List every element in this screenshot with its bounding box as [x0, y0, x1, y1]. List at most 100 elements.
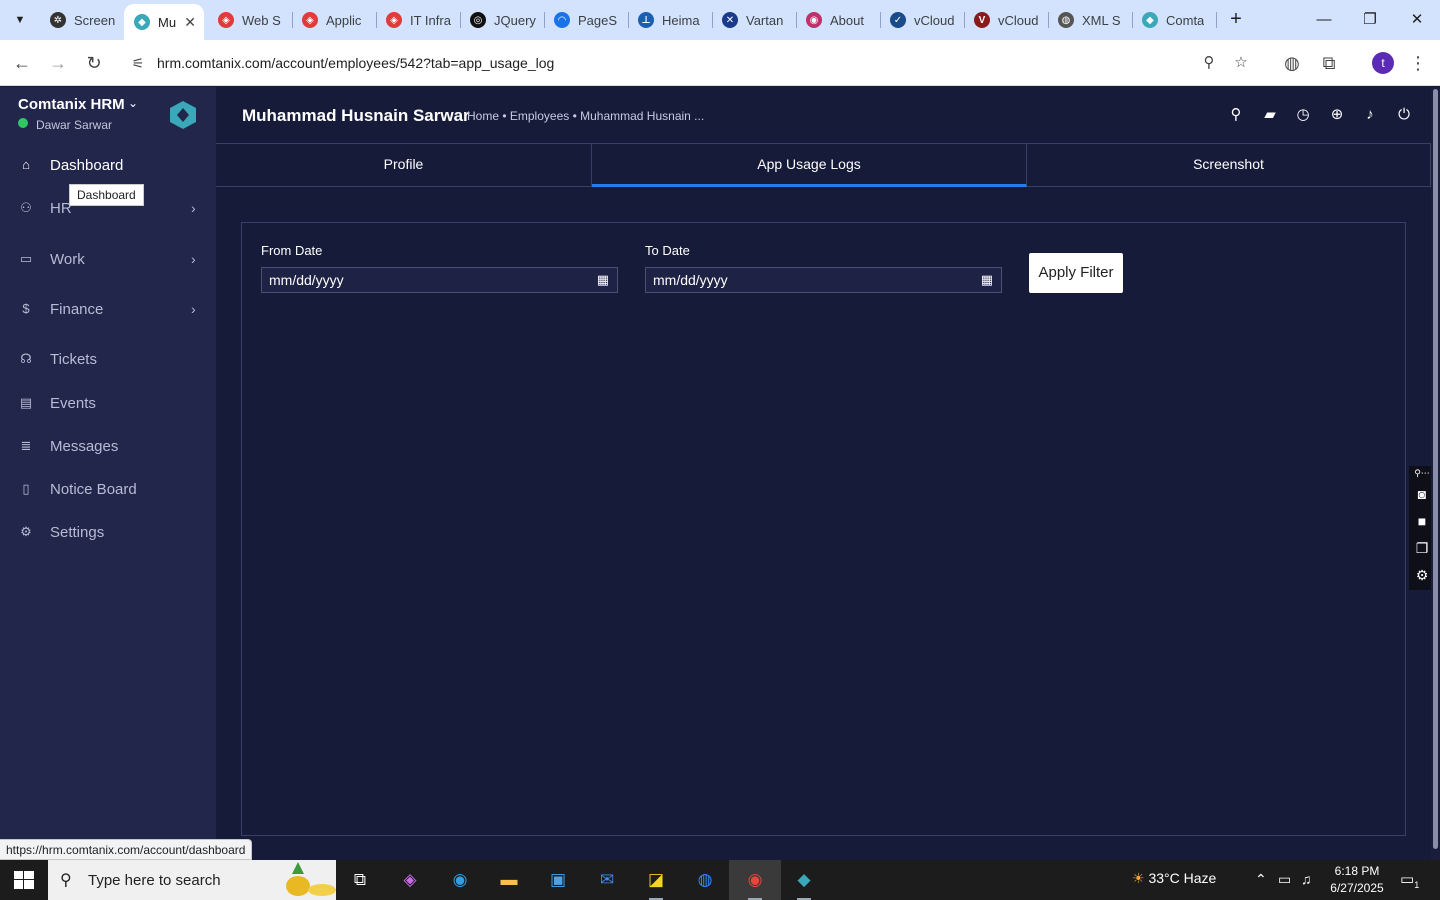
more-options-icon[interactable]: ⚲⋯	[1412, 466, 1432, 480]
sidebar-item-settings[interactable]: ⚙ Settings	[0, 517, 216, 547]
browser-menu-icon[interactable]: ⋮	[1406, 51, 1430, 75]
reload-icon[interactable]: ↻	[82, 51, 106, 75]
restore-icon[interactable]: ❐	[1358, 8, 1382, 32]
minimize-icon[interactable]: —	[1312, 8, 1336, 32]
tab-title: Comta	[1166, 12, 1205, 28]
tab-favicon-icon: ◆	[1142, 12, 1158, 28]
browser-tab[interactable]: ◈ Applic	[292, 6, 376, 34]
tray-chevron-up-icon[interactable]: ⌃	[1255, 871, 1267, 888]
copilot-icon[interactable]: ◈	[395, 865, 425, 895]
brand-name[interactable]: Comtanix HRM	[18, 96, 125, 113]
tab-app-usage-logs[interactable]: App Usage Logs	[592, 144, 1027, 187]
chevron-right-icon: ›	[191, 251, 196, 267]
tab-title: PageS	[578, 12, 618, 28]
brand-chevron-down-icon[interactable]: ⌄	[128, 96, 138, 110]
new-tab-button[interactable]: +	[1226, 8, 1246, 32]
calendar-icon[interactable]: ▦	[597, 272, 609, 288]
to-date-input[interactable]: mm/dd/yyyy ▦	[645, 267, 1002, 293]
forward-arrow-icon[interactable]: →	[46, 51, 70, 75]
microsoft-store-icon[interactable]: ▣	[543, 865, 573, 895]
close-window-icon[interactable]: ✕	[1405, 8, 1429, 32]
volume-icon[interactable]: ♫	[1301, 871, 1312, 887]
translate-globe-icon[interactable]: ◍	[1280, 51, 1304, 75]
address-bar[interactable]: ⚟ hrm.comtanix.com/account/employees/542…	[120, 46, 1265, 80]
site-settings-icon[interactable]: ⚟	[128, 53, 148, 73]
zoom-icon[interactable]: ⚲	[1198, 52, 1220, 74]
weather-widget[interactable]: ☀ 33°C Haze	[1132, 870, 1216, 887]
edge-browser-icon[interactable]: ◉	[445, 865, 475, 895]
tab-close-icon[interactable]: ✕	[184, 14, 196, 31]
camera-icon[interactable]: ◙	[1412, 484, 1432, 504]
from-date-label: From Date	[261, 243, 323, 258]
file-explorer-icon[interactable]: ▬	[494, 865, 524, 895]
sticky-note-icon[interactable]: ▰	[1260, 105, 1280, 125]
video-camera-icon[interactable]: ■	[1412, 511, 1432, 531]
search-icon[interactable]: ⚲	[1226, 105, 1246, 125]
zoom-app-icon[interactable]: ◍	[690, 865, 720, 895]
tab-title: IT Infra	[410, 12, 451, 28]
browser-tab[interactable]: ◠ PageS	[544, 6, 628, 34]
tab-screenshot[interactable]: Screenshot	[1027, 144, 1431, 187]
browser-tab[interactable]: VvCloud	[964, 6, 1048, 34]
tab-favicon-icon: ✲	[50, 12, 66, 28]
search-icon: ⚲	[60, 872, 72, 889]
add-circle-icon[interactable]: ⊕	[1327, 105, 1347, 125]
network-icon[interactable]: ▭	[1278, 871, 1291, 888]
scrollbar-thumb[interactable]	[1433, 89, 1438, 849]
chrome-icon[interactable]: ◉	[740, 865, 770, 900]
tab-title: About	[830, 12, 864, 28]
browser-tab[interactable]: ✕ Vartan	[712, 6, 796, 34]
system-clock[interactable]: 6:18 PM 6/27/2025	[1324, 863, 1390, 897]
tab-title: Screen	[74, 12, 116, 28]
profile-avatar[interactable]: t	[1372, 52, 1394, 74]
browser-tab[interactable]: ◆ Mu ✕	[124, 4, 204, 40]
bookmark-star-icon[interactable]: ☆	[1230, 52, 1252, 74]
sidebar-item-dashboard[interactable]: ⌂ Dashboard	[0, 150, 216, 180]
sidebar-item-messages[interactable]: ≣ Messages	[0, 431, 216, 461]
browser-tab[interactable]: ✲ Screen	[40, 6, 124, 34]
browser-tab[interactable]: ◎ JQuery	[460, 6, 544, 34]
sticky-notes-icon[interactable]: ◪	[641, 865, 671, 900]
task-view-icon[interactable]: ⧉	[345, 865, 375, 895]
browser-tab[interactable]: ◆ Comta	[1132, 6, 1216, 34]
tab-profile[interactable]: Profile	[216, 144, 592, 187]
bell-icon[interactable]: ♪	[1360, 105, 1380, 125]
gear-icon[interactable]: ⚙	[1412, 565, 1432, 585]
sidebar-item-label: Dashboard	[50, 156, 124, 174]
taskbar-search[interactable]: ⚲ Type here to search	[48, 860, 336, 900]
browser-tab[interactable]: ◉ About	[796, 6, 880, 34]
home-icon: ⌂	[22, 157, 30, 172]
from-date-input[interactable]: mm/dd/yyyy ▦	[261, 267, 618, 293]
notification-center-icon[interactable]: ▭1	[1400, 870, 1419, 890]
tab-title: Applic	[326, 12, 362, 28]
browser-tab[interactable]: ◈ IT Infra	[376, 6, 460, 34]
window-capture-icon[interactable]: ❐	[1412, 538, 1432, 558]
browser-tab[interactable]: ✓ vCloud	[880, 6, 964, 34]
clock-icon[interactable]: ◷	[1293, 105, 1313, 125]
page-scrollbar[interactable]	[1431, 87, 1440, 860]
extensions-puzzle-icon[interactable]: ⧉	[1317, 51, 1341, 75]
sidebar-item-notice-board[interactable]: ▯ Notice Board	[0, 474, 216, 504]
tab-favicon-icon: ◍	[1058, 12, 1074, 28]
url-text[interactable]: hrm.comtanix.com/account/employees/542?t…	[157, 55, 554, 71]
sidebar-item-tickets[interactable]: ☊ Tickets	[0, 344, 216, 374]
comtanix-app-icon[interactable]: ◆	[789, 865, 819, 900]
tab-search-chevron-icon[interactable]: ▼	[8, 8, 32, 32]
windows-start-icon[interactable]	[14, 871, 34, 889]
sidebar-item-finance[interactable]: $ Finance ›	[0, 294, 216, 324]
sidebar-item-label: Events	[50, 394, 96, 412]
calendar-icon[interactable]: ▦	[981, 272, 993, 288]
tab-favicon-icon: ⊥	[638, 12, 654, 28]
back-arrow-icon[interactable]: ←	[10, 51, 34, 75]
mail-icon[interactable]: ✉	[592, 865, 622, 895]
browser-tab[interactable]: ⊥ Heima	[628, 6, 712, 34]
apply-filter-button[interactable]: Apply Filter	[1029, 253, 1123, 293]
browser-tab[interactable]: ◍ XML S	[1048, 6, 1132, 34]
sidebar-item-work[interactable]: ▭ Work ›	[0, 244, 216, 274]
browser-tab[interactable]: ◈ Web S	[208, 6, 292, 34]
power-icon[interactable]: ⏻	[1394, 105, 1414, 125]
sidebar-item-events[interactable]: ▤ Events	[0, 388, 216, 418]
chevron-right-icon: ›	[191, 200, 196, 216]
breadcrumb[interactable]: Home • Employees • Muhammad Husnain ...	[467, 109, 704, 123]
tab-title: Mu	[158, 14, 177, 30]
